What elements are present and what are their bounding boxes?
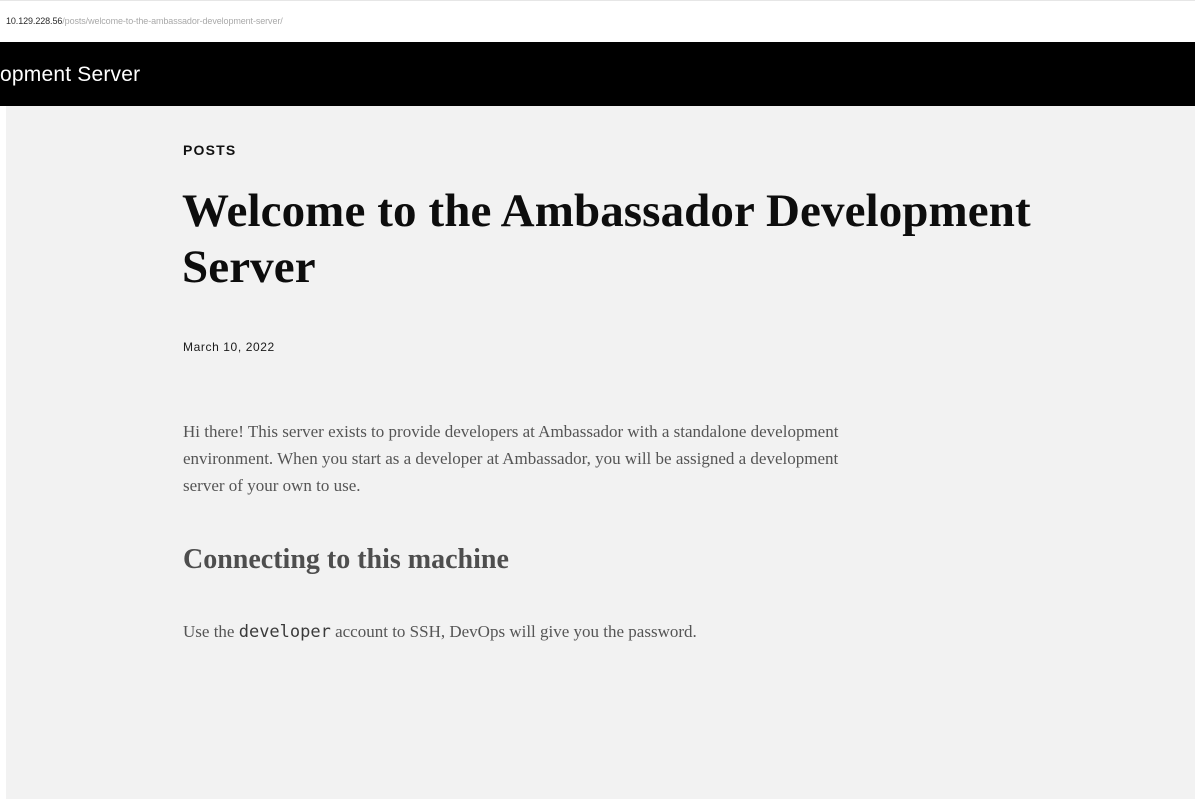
username-code: developer — [238, 622, 331, 642]
post-date: March 10, 2022 — [183, 340, 275, 354]
post-intro-paragraph: Hi there! This server exists to provide … — [183, 422, 839, 495]
site-header: opment Server — [0, 42, 1195, 106]
ssh-instructions-paragraph: Use the developer account to SSH, DevOps… — [183, 618, 943, 646]
url-text[interactable]: 10.129.228.56/posts/welcome-to-the-ambas… — [6, 16, 283, 26]
url-host: 10.129.228.56 — [6, 16, 63, 26]
address-bar[interactable]: 10.129.228.56/posts/welcome-to-the-ambas… — [0, 0, 1195, 42]
post-title: Welcome to the Ambassador Development Se… — [182, 185, 1031, 293]
site-title-link[interactable]: opment Server — [0, 63, 140, 87]
section-heading: Connecting to this machine — [183, 544, 509, 575]
paragraph-text-start: Use the — [183, 622, 239, 641]
paragraph-text-end: account to SSH, DevOps will give you the… — [330, 622, 697, 641]
category-link[interactable]: POSTS — [183, 142, 236, 158]
url-path: /posts/welcome-to-the-ambassador-develop… — [62, 16, 283, 26]
